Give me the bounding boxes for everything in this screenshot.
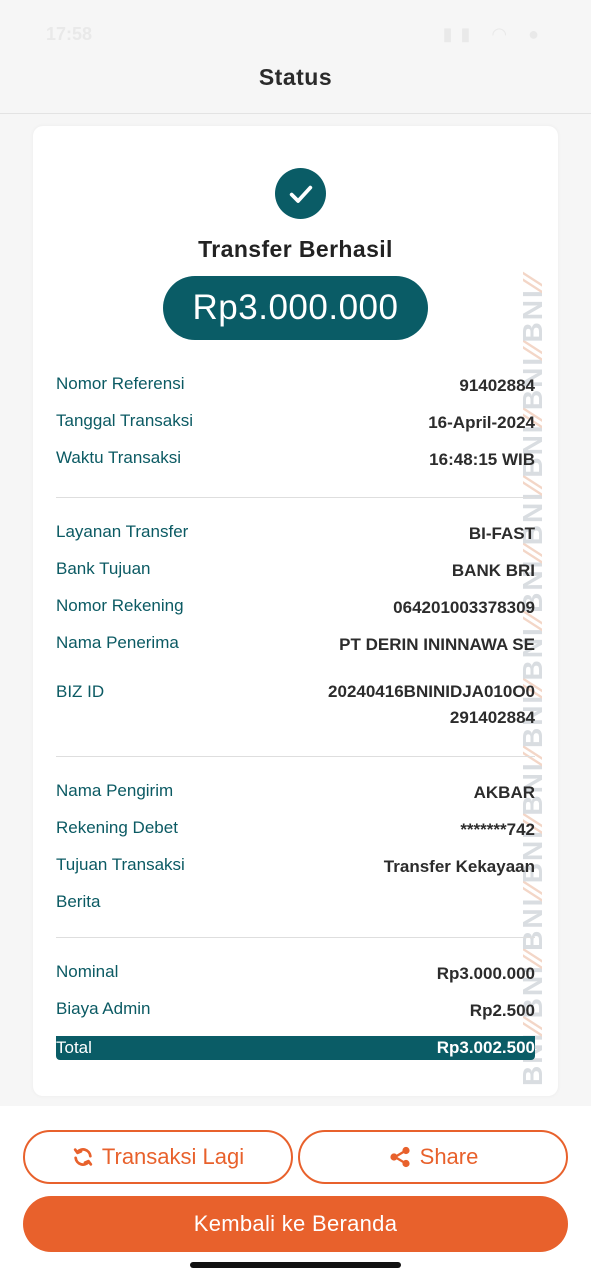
share-button[interactable]: Share xyxy=(298,1130,568,1184)
row-label: Nama Penerima xyxy=(56,633,179,652)
row-label: Nama Pengirim xyxy=(56,781,174,800)
row-label: Waktu Transaksi xyxy=(56,448,182,467)
row-value-line-1: 20240416BNINIDJA010O0 xyxy=(328,682,535,701)
header: Status xyxy=(0,52,591,114)
row-label: Biaya Admin xyxy=(56,999,151,1018)
row-label: Nominal xyxy=(56,962,119,981)
row-label: Layanan Transfer xyxy=(56,522,189,541)
row-label: Tanggal Transaksi xyxy=(56,411,194,430)
row-value: 91402884 xyxy=(459,376,535,395)
row-value-line-2: 291402884 xyxy=(449,708,535,727)
row-label: Nomor Referensi xyxy=(56,374,185,393)
back-to-home-button[interactable]: Kembali ke Beranda xyxy=(23,1196,568,1252)
page-title: Status xyxy=(258,64,333,90)
transfer-amount: Rp3.000.000 xyxy=(163,276,428,340)
watermark-text: BNI xyxy=(518,896,548,951)
watermark-logo-mark: ⁄⁄ xyxy=(518,342,548,356)
status-time: 17:58 xyxy=(46,24,93,44)
row-value: BI-FAST xyxy=(468,524,535,543)
success-check-icon xyxy=(275,168,326,219)
system-icons: ▮▮ ◠ ● xyxy=(442,24,547,44)
row-label: Berita xyxy=(56,892,101,911)
row-value: Rp3.000.000 xyxy=(436,964,535,983)
watermark-logo-mark: ⁄⁄ xyxy=(518,477,548,492)
transaction-again-label: Transaksi Lagi xyxy=(101,1144,245,1169)
watermark-text: BNI xyxy=(518,288,548,343)
bni-watermark: BNI⁄⁄BNI⁄⁄BNI⁄⁄BNI⁄⁄BNI⁄⁄BNI⁄⁄BNI⁄⁄BNI⁄⁄… xyxy=(518,156,548,1086)
row-label: Bank Tujuan xyxy=(56,559,151,578)
share-icon xyxy=(390,1146,410,1168)
watermark-logo-mark: ⁄⁄ xyxy=(518,748,548,762)
row-label: Nomor Rekening xyxy=(56,596,184,615)
action-bar: Transaksi Lagi Share Kembali ke Beranda xyxy=(0,1106,591,1280)
watermark-logo-mark: ⁄⁄ xyxy=(518,883,548,897)
watermark-logo-mark: ⁄⁄ xyxy=(518,274,548,289)
row-value: BANK BRI xyxy=(451,561,535,580)
row-label: Rekening Debet xyxy=(56,818,178,837)
row-value: 16:48:15 WIB xyxy=(429,450,535,469)
row-value: PT DERIN ININNAWA SE xyxy=(339,635,535,654)
divider xyxy=(56,756,535,757)
total-bar: Total Rp3.002.500 xyxy=(56,1036,535,1060)
home-indicator xyxy=(190,1262,401,1268)
row-label: Tujuan Transaksi xyxy=(56,855,185,874)
total-label: Total xyxy=(56,1038,92,1057)
share-label: Share xyxy=(419,1144,479,1169)
row-value: Transfer Kekayaan xyxy=(383,857,535,876)
divider xyxy=(56,497,535,498)
row-value: *******742 xyxy=(460,820,535,839)
receipt-card: BNI⁄⁄BNI⁄⁄BNI⁄⁄BNI⁄⁄BNI⁄⁄BNI⁄⁄BNI⁄⁄BNI⁄⁄… xyxy=(33,126,558,1096)
row-label: BIZ ID xyxy=(56,682,105,701)
total-value: Rp3.002.500 xyxy=(436,1038,535,1057)
row-value: 16-April-2024 xyxy=(428,413,535,432)
row-value: 064201003378309 xyxy=(393,598,535,617)
row-value: Rp2.500 xyxy=(469,1001,535,1020)
divider xyxy=(56,937,535,938)
refresh-icon xyxy=(73,1148,93,1166)
success-title: Transfer Berhasil xyxy=(198,236,393,262)
row-value: AKBAR xyxy=(473,783,535,802)
status-bar: 17:58 ▮▮ ◠ ● xyxy=(0,0,591,60)
transaction-again-button[interactable]: Transaksi Lagi xyxy=(23,1130,293,1184)
